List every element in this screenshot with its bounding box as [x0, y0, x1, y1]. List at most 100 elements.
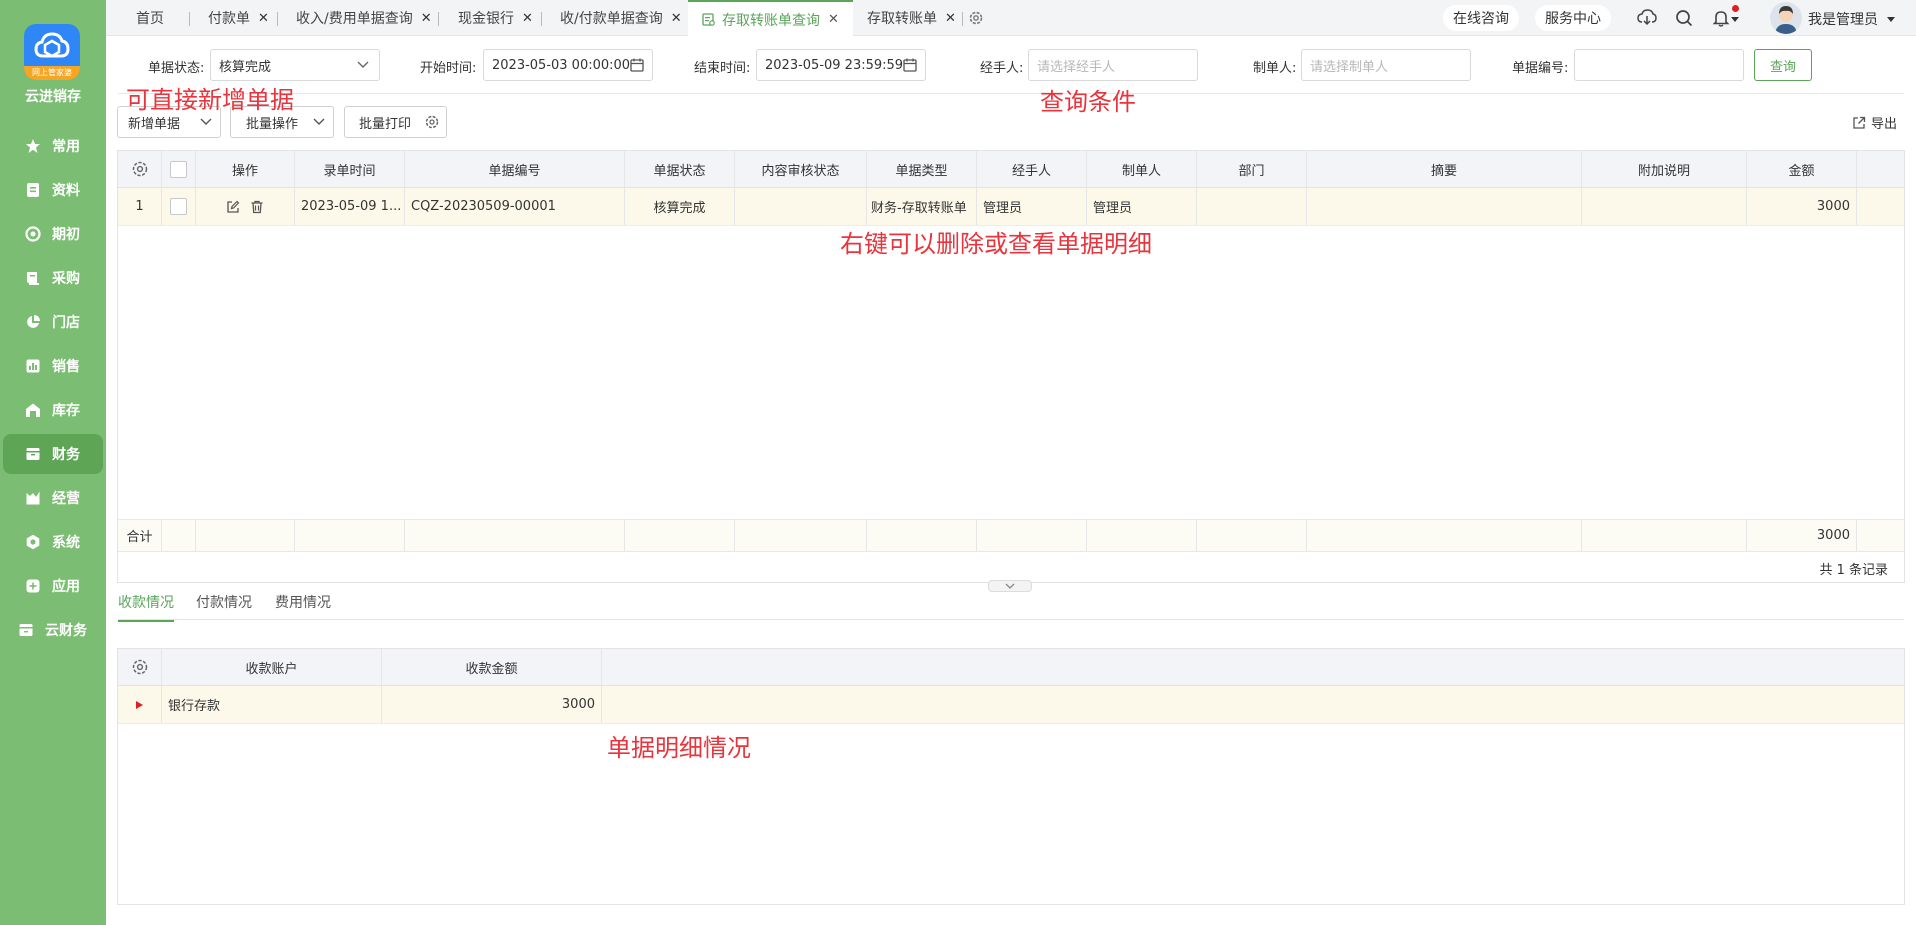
close-icon[interactable]: ✕ — [421, 11, 432, 26]
sidebar-item-data[interactable]: 资料 — [3, 170, 103, 210]
user-name[interactable]: 我是管理员 — [1808, 9, 1896, 29]
gear-icon[interactable] — [424, 114, 440, 130]
caret-down-icon — [1887, 17, 1895, 22]
close-icon[interactable]: ✕ — [258, 11, 269, 26]
query-button[interactable]: 查询 — [1754, 49, 1812, 81]
tab-expense-info[interactable]: 费用情况 — [275, 592, 331, 620]
close-icon[interactable]: ✕ — [945, 11, 956, 26]
sidebar: 网上管家婆 云进销存 常用 资料 期初 采购 门店 销售 库存 财务 经营 系统… — [0, 0, 106, 925]
detail-settings-icon[interactable] — [118, 649, 162, 685]
column-header[interactable]: 单据类型 — [867, 151, 977, 187]
end-time-input[interactable]: 2023-05-09 23:59:59 — [756, 49, 926, 81]
tab-separator — [541, 12, 542, 26]
export-button[interactable]: 导出 — [1852, 113, 1897, 132]
cloud-download-icon[interactable] — [1635, 6, 1659, 30]
detail-header: 收款账户 收款金额 — [118, 649, 1904, 686]
column-header[interactable]: 内容审核状态 — [735, 151, 867, 187]
column-header[interactable]: 经手人 — [977, 151, 1087, 187]
tab-separator — [277, 12, 278, 26]
table-row[interactable]: 1 2023-05-09 1... CQZ-20230509-00001 核算完… — [118, 188, 1904, 226]
annotation-new-document: 可直接新增单据 — [126, 86, 294, 114]
column-header[interactable]: 录单时间 — [295, 151, 405, 187]
detail-grid: 收款账户 收款金额 银行存款 3000 — [117, 648, 1905, 905]
sidebar-item-label: 经营 — [52, 491, 80, 507]
column-header[interactable]: 附加说明 — [1582, 151, 1747, 187]
cloud-wallet-icon — [17, 621, 35, 639]
tab-label: 收/付款单据查询 — [560, 11, 663, 27]
chevron-down-icon — [200, 118, 212, 125]
filter-divider — [118, 93, 1904, 94]
annotation-query-conditions: 查询条件 — [1040, 88, 1136, 116]
sidebar-item-label: 系统 — [52, 535, 80, 551]
status-select[interactable]: 核算完成 — [210, 49, 380, 81]
sum-cell — [867, 520, 977, 551]
tab-settings-gear-icon[interactable] — [964, 6, 988, 30]
handler-input[interactable]: 请选择经手人 — [1028, 49, 1198, 81]
sidebar-item-purchase[interactable]: 采购 — [3, 258, 103, 298]
tab-payment[interactable]: 付款单 ✕ — [208, 0, 269, 36]
chevron-down-icon — [313, 118, 325, 125]
sidebar-item-sales[interactable]: 销售 — [3, 346, 103, 386]
cell-maker: 管理员 — [1087, 188, 1197, 225]
hex-gear-icon — [24, 533, 42, 551]
column-header[interactable]: 部门 — [1197, 151, 1307, 187]
sidebar-item-opening[interactable]: 期初 — [3, 214, 103, 254]
batch-print-button[interactable]: 批量打印 — [344, 106, 447, 138]
online-consult-button[interactable]: 在线咨询 — [1443, 5, 1519, 31]
tab-transfer[interactable]: 存取转账单 ✕ — [867, 0, 956, 36]
close-icon[interactable]: ✕ — [828, 12, 839, 27]
plus-square-icon — [24, 577, 42, 595]
sidebar-item-finance[interactable]: 财务 — [3, 434, 103, 474]
tab-label: 收入/费用单据查询 — [296, 11, 413, 27]
tab-income-expense-query[interactable]: 收入/费用单据查询 ✕ — [296, 0, 432, 36]
select-all-checkbox[interactable] — [162, 151, 196, 187]
column-header[interactable]: 金额 — [1747, 151, 1857, 187]
tab-payment-info[interactable]: 付款情况 — [196, 592, 252, 620]
avatar[interactable] — [1770, 2, 1802, 34]
edit-icon[interactable] — [226, 200, 240, 214]
close-icon[interactable]: ✕ — [671, 11, 682, 26]
sidebar-item-label: 采购 — [52, 271, 80, 287]
app-logo: 网上管家婆 — [24, 24, 80, 80]
column-header[interactable]: 收款金额 — [382, 649, 602, 685]
start-time-input[interactable]: 2023-05-03 00:00:00 — [483, 49, 653, 81]
cell-summary — [1307, 188, 1582, 225]
maker-input[interactable]: 请选择制单人 — [1301, 49, 1471, 81]
close-icon[interactable]: ✕ — [522, 11, 533, 26]
search-icon[interactable] — [1672, 6, 1696, 30]
detail-tabs: 收款情况 付款情况 费用情况 — [118, 590, 1904, 622]
annotation-detail: 单据明细情况 — [607, 734, 751, 762]
tab-home[interactable]: 首页 — [136, 0, 164, 36]
status-label: 单据状态: — [148, 61, 205, 76]
sidebar-item-inventory[interactable]: 库存 — [3, 390, 103, 430]
tab-cash-bank[interactable]: 现金银行 ✕ — [458, 0, 533, 36]
sidebar-item-apps[interactable]: 应用 — [3, 566, 103, 606]
column-header[interactable]: 制单人 — [1087, 151, 1197, 187]
column-header[interactable]: 操作 — [196, 151, 295, 187]
annotation-right-click: 右键可以删除或查看单据明细 — [840, 230, 1152, 258]
row-checkbox[interactable] — [162, 188, 196, 225]
sidebar-item-cloud-finance[interactable]: 云财务 — [3, 610, 103, 650]
column-header[interactable]: 单据状态 — [625, 151, 735, 187]
tab-receipt-info[interactable]: 收款情况 — [118, 592, 174, 622]
detail-row[interactable]: 银行存款 3000 — [118, 686, 1904, 724]
sidebar-item-common[interactable]: 常用 — [3, 126, 103, 166]
tab-receipt-payment-query[interactable]: 收/付款单据查询 ✕ — [560, 0, 682, 36]
column-header[interactable]: 收款账户 — [162, 649, 382, 685]
trash-icon[interactable] — [250, 200, 264, 214]
sidebar-item-label: 销售 — [52, 359, 80, 375]
column-header[interactable]: 摘要 — [1307, 151, 1582, 187]
cell-amount: 3000 — [382, 686, 602, 723]
sum-cell — [295, 520, 405, 551]
document-grid: 操作 录单时间 单据编号 单据状态 内容审核状态 单据类型 经手人 制单人 部门… — [117, 150, 1905, 583]
sidebar-item-operation[interactable]: 经营 — [3, 478, 103, 518]
tab-transfer-query[interactable]: 存取转账单查询 ✕ — [688, 0, 853, 37]
tab-label: 现金银行 — [458, 11, 514, 27]
sidebar-item-store[interactable]: 门店 — [3, 302, 103, 342]
caret-down-icon[interactable] — [1728, 8, 1742, 32]
column-settings-icon[interactable] — [118, 151, 162, 187]
column-header[interactable]: 单据编号 — [405, 151, 625, 187]
sidebar-item-system[interactable]: 系统 — [3, 522, 103, 562]
service-center-button[interactable]: 服务中心 — [1535, 5, 1611, 31]
number-input[interactable] — [1574, 49, 1744, 81]
